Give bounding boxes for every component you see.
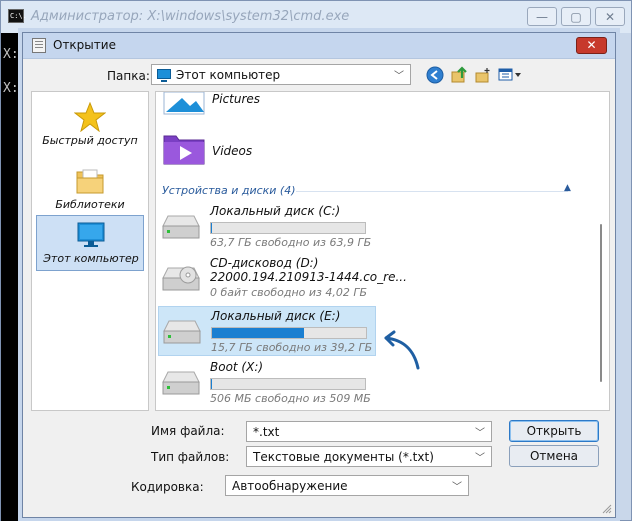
drive-usage-fill: [211, 379, 212, 389]
sidebar-item-label: Этот компьютер: [43, 252, 139, 265]
drive-name: Локальный диск (C:): [210, 204, 341, 218]
drive-usage-fill: [212, 328, 304, 338]
scrollbar-thumb[interactable]: [600, 224, 602, 382]
drive-name: CD-дисковод (D:): [210, 256, 319, 270]
drive-free-space: 15,7 ГБ свободно из 39,2 ГБ: [211, 341, 373, 354]
curved-arrow-icon: [384, 330, 420, 370]
group-header-devices[interactable]: Устройства и диски (4): [162, 184, 296, 197]
sidebar-item-label: Быстрый доступ: [42, 134, 138, 147]
chevron-down-icon[interactable]: ﹀: [475, 424, 485, 439]
libraries-folder-icon: [76, 169, 104, 194]
filename-label: Имя файла:: [151, 424, 225, 438]
cmd-window-title: Администратор: X:\windows\system32\cmd.e…: [31, 9, 350, 24]
videos-folder-icon: [163, 135, 205, 165]
encoding-label: Кодировка:: [131, 480, 204, 494]
sidebar-item-label: Библиотеки: [55, 198, 125, 211]
maximize-button[interactable]: ▢: [561, 7, 591, 26]
drive-item-x[interactable]: Boot (X:) 506 МБ свободно из 509 МБ: [158, 358, 376, 408]
drive-name: Boot (X:): [210, 360, 264, 374]
drive-free-space: 506 МБ свободно из 509 МБ: [210, 392, 371, 405]
monitor-icon: [77, 222, 105, 247]
encoding-select[interactable]: Автообнаружение ﹀: [225, 475, 469, 496]
document-icon: [32, 38, 46, 53]
view-menu-icon[interactable]: [497, 65, 523, 85]
close-button[interactable]: ✕: [595, 7, 625, 26]
cancel-button[interactable]: Отмена: [509, 445, 599, 467]
list-scrollbar[interactable]: [595, 92, 605, 410]
filename-input[interactable]: *.txt ﹀: [246, 421, 492, 442]
drive-item-e[interactable]: Локальный диск (E:) 15,7 ГБ свободно из …: [158, 306, 376, 356]
hard-drive-icon: [162, 215, 200, 239]
open-button[interactable]: Открыть: [509, 420, 599, 442]
filetype-label: Тип файлов:: [151, 450, 230, 464]
drive-free-space: 63,7 ГБ свободно из 63,9 ГБ: [210, 236, 372, 249]
up-folder-icon[interactable]: [449, 65, 469, 85]
hard-drive-icon: [163, 320, 201, 344]
screen: C:\. Администратор: X:\windows\system32\…: [0, 0, 632, 521]
cmd-app-icon: C:\.: [8, 9, 27, 23]
console-line: X:: [3, 81, 19, 96]
drive-free-space: 0 байт свободно из 4,02 ГБ: [210, 286, 368, 299]
open-file-dialog: Открытие ✕ Папка: Этот компьютер ﹀ Быстр…: [22, 32, 616, 518]
filetype-select[interactable]: Текстовые документы (*.txt) ﹀: [246, 446, 492, 467]
folder-combo[interactable]: Этот компьютер ﹀: [151, 64, 411, 85]
chevron-down-icon[interactable]: ﹀: [452, 478, 462, 493]
places-sidebar: Быстрый доступ Библиотеки Этот компьютер: [31, 91, 149, 411]
drive-usage-bar: [211, 327, 367, 339]
star-icon: [74, 102, 106, 132]
drive-usage-bar: [210, 378, 366, 390]
list-item-label: Pictures: [212, 92, 261, 106]
collapse-caret-icon[interactable]: ▲: [564, 183, 571, 193]
group-divider: [296, 191, 568, 192]
filetype-value: Текстовые документы (*.txt): [253, 450, 434, 464]
sidebar-item-quick-access[interactable]: Быстрый доступ: [36, 98, 144, 154]
minimize-button[interactable]: —: [527, 7, 557, 26]
folder-value: Этот компьютер: [176, 68, 281, 82]
drive-usage-bar: [210, 222, 366, 234]
drive-item-c[interactable]: Локальный диск (C:) 63,7 ГБ свободно из …: [158, 202, 376, 252]
pictures-folder-icon: [163, 92, 205, 115]
drive-item-d[interactable]: CD-дисковод (D:) 22000.194.210913-1444.c…: [158, 254, 407, 304]
drive-name: Локальный диск (E:): [211, 309, 341, 323]
file-list[interactable]: Pictures Videos Устройства и диски (4) ▲…: [155, 91, 610, 411]
cmd-window-controls: — ▢ ✕: [527, 7, 625, 26]
cmd-titlebar[interactable]: C:\. Администратор: X:\windows\system32\…: [1, 1, 631, 33]
computer-icon: [157, 69, 171, 82]
folder-label: Папка:: [107, 69, 150, 83]
drive-usage-fill: [211, 223, 212, 233]
dialog-close-button[interactable]: ✕: [576, 37, 607, 54]
dialog-titlebar[interactable]: Открытие ✕: [23, 33, 615, 59]
hard-drive-icon: [162, 371, 200, 395]
cd-drive-icon: [162, 266, 200, 291]
resize-grip-icon[interactable]: [602, 504, 612, 514]
cmd-console[interactable]: X: X:: [1, 33, 23, 521]
filename-value: *.txt: [253, 425, 280, 439]
encoding-value: Автообнаружение: [232, 479, 348, 493]
chevron-down-icon[interactable]: ﹀: [475, 449, 485, 464]
sidebar-item-libraries[interactable]: Библиотеки: [36, 162, 144, 218]
back-icon[interactable]: [425, 65, 445, 85]
sidebar-item-this-pc[interactable]: Этот компьютер: [36, 215, 144, 271]
drive-volume-label: 22000.194.210913-1444.co_re...: [210, 270, 407, 284]
dialog-title: Открытие: [53, 38, 116, 52]
console-line: X:: [3, 47, 19, 62]
chevron-down-icon: ﹀: [394, 71, 404, 82]
list-item-label: Videos: [212, 144, 253, 158]
new-folder-icon[interactable]: [473, 65, 493, 85]
